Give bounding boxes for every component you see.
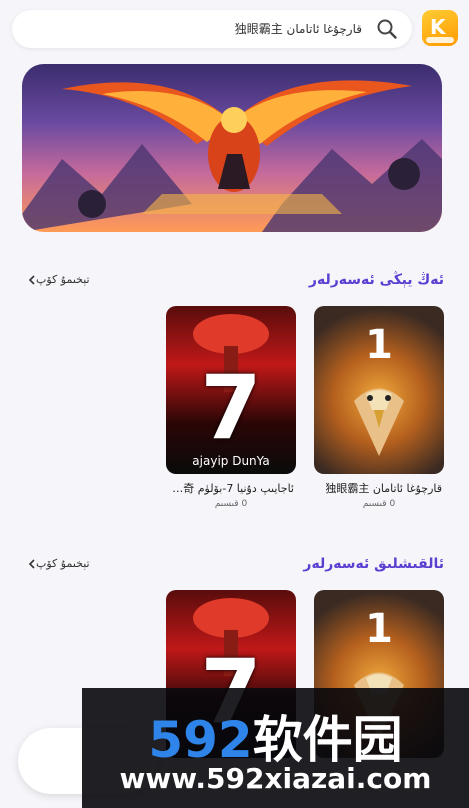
more-link-popular[interactable]: تېخىمۇ كۆپ — [24, 552, 90, 576]
top-bar: قارچۇغا ئاتامان 独眼霸主 K — [0, 0, 469, 60]
book-title: قارچۇغا ئاتامان 独眼霸主 — [325, 482, 442, 495]
app-logo[interactable]: K — [422, 10, 458, 46]
app-logo-wordmark — [426, 37, 454, 43]
episode-count: 0 قىسىم — [362, 499, 396, 509]
episode-count: 0 قىسىم — [214, 499, 248, 509]
book-title: ئاجايىپ دۇنيا 7-بۆلۈم 神奇... — [166, 482, 294, 495]
watermark-number: 592 — [148, 711, 253, 769]
more-link-latest[interactable]: تېخىمۇ كۆپ — [24, 268, 90, 292]
section-title-popular: ئالقىشلىق ئەسەرلەر — [303, 556, 444, 572]
book-cover[interactable]: 1 — [314, 306, 444, 474]
banner-artwork — [22, 80, 442, 232]
cover-number: 1 — [365, 606, 393, 652]
hero-banner[interactable] — [22, 64, 442, 232]
search-icon[interactable] — [376, 18, 398, 40]
section-title-latest: ئەڭ يېڭى ئەسەرلەر — [308, 272, 444, 288]
more-label: تېخىمۇ كۆپ — [36, 557, 90, 570]
watermark-text: 软件园 — [252, 711, 403, 769]
cover-number: 1 — [365, 322, 393, 368]
app-logo-letter: K — [430, 15, 446, 39]
cover-number: 7 — [200, 356, 262, 459]
cover-caption: ajayip DunYa — [192, 454, 270, 468]
more-label: تېخىمۇ كۆپ — [36, 273, 90, 286]
search-input[interactable]: قارچۇغا ئاتامان 独眼霸主 — [32, 10, 362, 48]
section-header-latest: تېخىمۇ كۆپ ئەڭ يېڭى ئەسەرلەر — [24, 268, 444, 292]
chevron-left-icon — [28, 275, 35, 285]
book-card[interactable]: 7 ajayip DunYa ئاجايىپ دۇنيا 7-بۆلۈم 神奇.… — [166, 306, 296, 509]
site-watermark: 592软件园 www.592xiazai.com — [82, 688, 469, 808]
book-cover[interactable]: 7 ajayip DunYa — [166, 306, 296, 474]
book-card[interactable]: 1 قارچۇغا ئاتامان 独眼霸主 0 قىسىم — [314, 306, 444, 509]
search-bar[interactable]: قارچۇغا ئاتامان 独眼霸主 — [12, 10, 412, 48]
chevron-left-icon — [28, 559, 35, 569]
watermark-url: www.592xiazai.com — [119, 762, 432, 795]
section-header-popular: تېخىمۇ كۆپ ئالقىشلىق ئەسەرلەر — [24, 552, 444, 576]
